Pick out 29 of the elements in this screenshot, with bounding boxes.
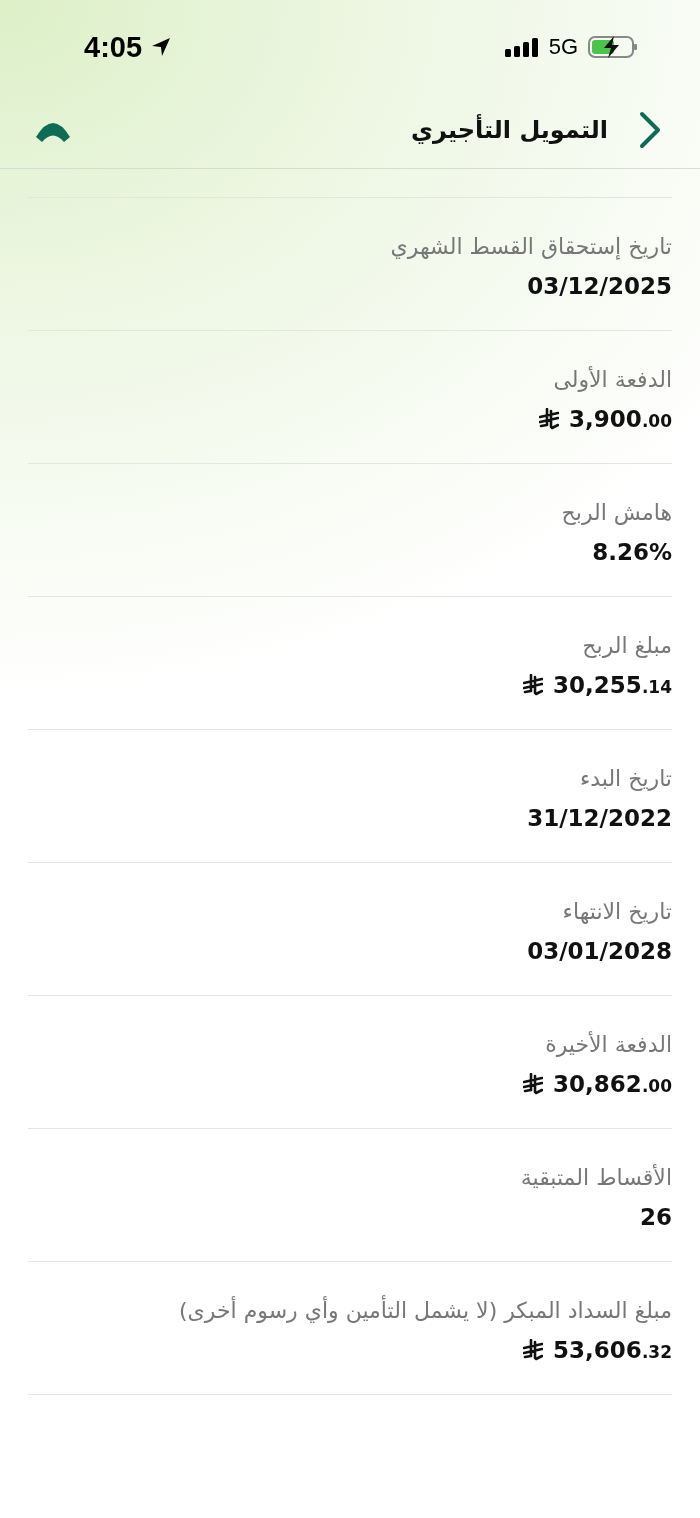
amount-value: 30,255.14 <box>553 671 672 698</box>
location-icon <box>150 36 173 58</box>
field-label: تاريخ الانتهاء <box>562 898 672 924</box>
field-label: الأقساط المتبقية <box>520 1164 672 1190</box>
field-value: 26 <box>640 1203 672 1230</box>
field-label: مبلغ السداد المبكر (لا يشمل التأمين وأي رسوم أخرى) <box>179 1297 672 1323</box>
amount-value: 30,862.00 <box>553 1070 672 1097</box>
field-value: 31/12/2022 <box>527 804 672 831</box>
signal-icon <box>504 37 539 57</box>
field-label: الدفعة الأخيرة <box>545 1031 672 1057</box>
field-label: تاريخ إستحقاق القسط الشهري <box>390 233 672 259</box>
riyal-icon <box>539 407 560 430</box>
field-label: مبلغ الربح <box>582 632 672 658</box>
riyal-icon <box>523 673 544 696</box>
field-label: هامش الربح <box>561 499 672 525</box>
network-label: 5G <box>548 34 578 60</box>
amount-value: 3,900.00 <box>569 405 672 432</box>
field-value: 03/12/2025 <box>527 272 672 299</box>
field-value: 03/01/2028 <box>527 937 672 964</box>
field-value: 8.26% <box>592 538 672 565</box>
riyal-icon <box>523 1072 544 1095</box>
field-label: تاريخ البدء <box>579 765 672 791</box>
riyal-icon <box>523 1338 544 1361</box>
field-label: الدفعة الأولى <box>553 366 672 392</box>
status-time: 4:05 <box>84 30 143 64</box>
page-title: التمويل التأجيري <box>410 116 608 144</box>
battery-charging-icon <box>588 35 638 59</box>
amount-value: 53,606.32 <box>553 1336 672 1363</box>
back-chevron-icon[interactable] <box>638 111 662 149</box>
